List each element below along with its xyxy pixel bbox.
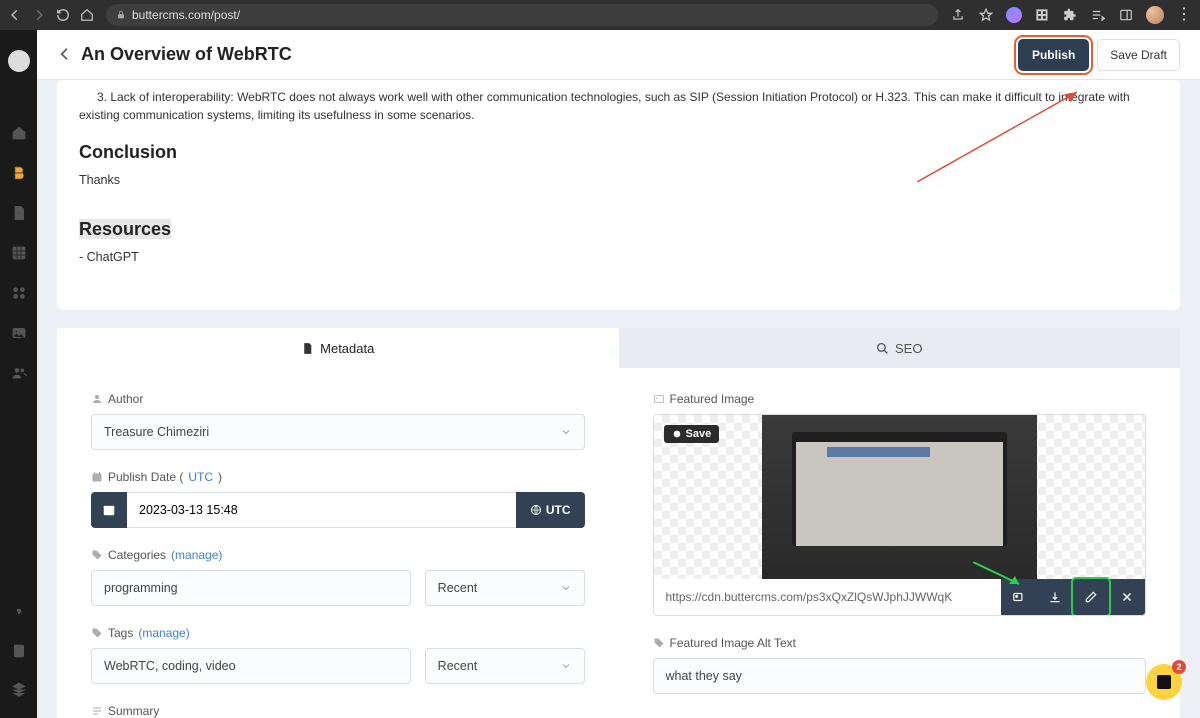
workspace-avatar-icon[interactable] — [8, 50, 30, 72]
sidebar — [0, 30, 37, 718]
media-icon[interactable] — [10, 324, 28, 342]
alt-text-input[interactable] — [653, 658, 1147, 694]
categories-recent-select[interactable]: Recent — [425, 570, 585, 606]
resources-heading: Resources — [79, 219, 1158, 240]
tab-metadata[interactable]: Metadata — [57, 328, 619, 368]
extension-puzzle-icon[interactable] — [1062, 7, 1078, 23]
browser-chrome: buttercms.com/post/ ⊞ ⋮ — [0, 0, 1200, 30]
tab-metadata-label: Metadata — [320, 341, 374, 356]
image-edit-icon[interactable] — [1073, 579, 1109, 615]
layers-icon[interactable] — [10, 680, 28, 698]
utc-button[interactable]: UTC — [516, 492, 585, 528]
categories-input[interactable] — [91, 570, 411, 606]
pin-icon — [672, 429, 682, 439]
featured-image-preview[interactable]: Save — [654, 415, 1146, 579]
back-button[interactable] — [57, 46, 75, 64]
home-icon[interactable] — [80, 8, 94, 22]
help-chat-button[interactable]: 2 — [1146, 664, 1182, 700]
profile-avatar-icon[interactable] — [1146, 6, 1164, 24]
playlist-icon[interactable] — [1090, 7, 1106, 23]
categories-label: Categories (manage) — [91, 548, 585, 562]
help-icon[interactable] — [10, 604, 28, 622]
page-icon[interactable] — [10, 204, 28, 222]
image-url-text: https://cdn.buttercms.com/ps3xQxZlQsWJph… — [654, 580, 1002, 614]
panel-icon[interactable] — [1118, 7, 1134, 23]
metadata-left: Author Treasure Chimeziri Publish Date (… — [57, 368, 619, 718]
brand-icon[interactable] — [10, 164, 28, 182]
forward-icon[interactable] — [32, 8, 46, 22]
calendar-icon-box[interactable] — [91, 492, 127, 528]
back-icon[interactable] — [8, 8, 22, 22]
docs-icon[interactable] — [10, 642, 28, 660]
share-icon[interactable] — [950, 7, 966, 23]
image-download-icon[interactable] — [1037, 579, 1073, 615]
url-bar[interactable]: buttercms.com/post/ — [106, 4, 938, 26]
metadata-block: Metadata SEO Author — [57, 328, 1180, 718]
url-text: buttercms.com/post/ — [132, 8, 240, 22]
extension-a-icon[interactable] — [1006, 7, 1022, 23]
resource-item: - ChatGPT — [79, 250, 1158, 264]
alt-text-label: Featured Image Alt Text — [653, 636, 1147, 650]
tags-input[interactable] — [91, 648, 411, 684]
image-replace-icon[interactable] — [1001, 579, 1037, 615]
tags-recent-select[interactable]: Recent — [425, 648, 585, 684]
chevron-down-icon — [560, 660, 572, 672]
extension-b-icon[interactable]: ⊞ — [1034, 7, 1050, 23]
summary-label: Summary — [91, 704, 585, 718]
chevron-down-icon — [560, 426, 572, 438]
author-select[interactable]: Treasure Chimeziri — [91, 414, 585, 450]
search-icon — [876, 342, 889, 355]
author-value: Treasure Chimeziri — [104, 425, 209, 439]
featured-image-label: Featured Image — [653, 392, 1147, 406]
conclusion-heading: Conclusion — [79, 142, 1158, 163]
file-icon — [301, 342, 314, 355]
article-body[interactable]: 3. Lack of interoperability: WebRTC does… — [57, 80, 1180, 310]
help-badge-count: 2 — [1172, 660, 1186, 674]
tags-label: Tags (manage) — [91, 626, 585, 640]
image-actions — [1001, 579, 1145, 615]
publish-date-row: UTC — [91, 492, 585, 528]
tags-manage-link[interactable]: (manage) — [138, 626, 189, 640]
save-draft-button[interactable]: Save Draft — [1097, 39, 1180, 71]
tab-seo[interactable]: SEO — [619, 328, 1181, 368]
image-remove-icon[interactable] — [1109, 579, 1145, 615]
categories-manage-link[interactable]: (manage) — [171, 548, 222, 562]
users-icon[interactable] — [10, 364, 28, 382]
page-title: An Overview of WebRTC — [81, 44, 292, 65]
intercom-icon — [1157, 675, 1171, 689]
publish-date-input[interactable] — [127, 492, 516, 528]
chevron-down-icon — [560, 582, 572, 594]
featured-image-box: Save https://cdn.buttercms.com/ps3xQxZlQ… — [653, 414, 1147, 616]
cutoff-paragraph: 3. Lack of interoperability: WebRTC does… — [79, 88, 1158, 124]
tab-seo-label: SEO — [895, 341, 922, 356]
publish-button[interactable]: Publish — [1018, 39, 1089, 71]
reload-icon[interactable] — [56, 8, 70, 22]
author-label: Author — [91, 392, 585, 406]
lock-icon — [116, 10, 126, 20]
conclusion-paragraph: Thanks — [79, 173, 1158, 187]
save-image-button[interactable]: Save — [664, 425, 720, 443]
components-icon[interactable] — [10, 284, 28, 302]
globe-icon — [530, 504, 542, 516]
home-nav-icon[interactable] — [10, 124, 28, 142]
metadata-right: Featured Image Save — [619, 368, 1181, 718]
publish-date-label: Publish Date ( UTC ) — [91, 470, 585, 484]
star-icon[interactable] — [978, 7, 994, 23]
menu-dots-icon[interactable]: ⋮ — [1176, 7, 1192, 23]
grid-icon[interactable] — [10, 244, 28, 262]
topbar: An Overview of WebRTC Publish Save Draft — [37, 30, 1200, 80]
